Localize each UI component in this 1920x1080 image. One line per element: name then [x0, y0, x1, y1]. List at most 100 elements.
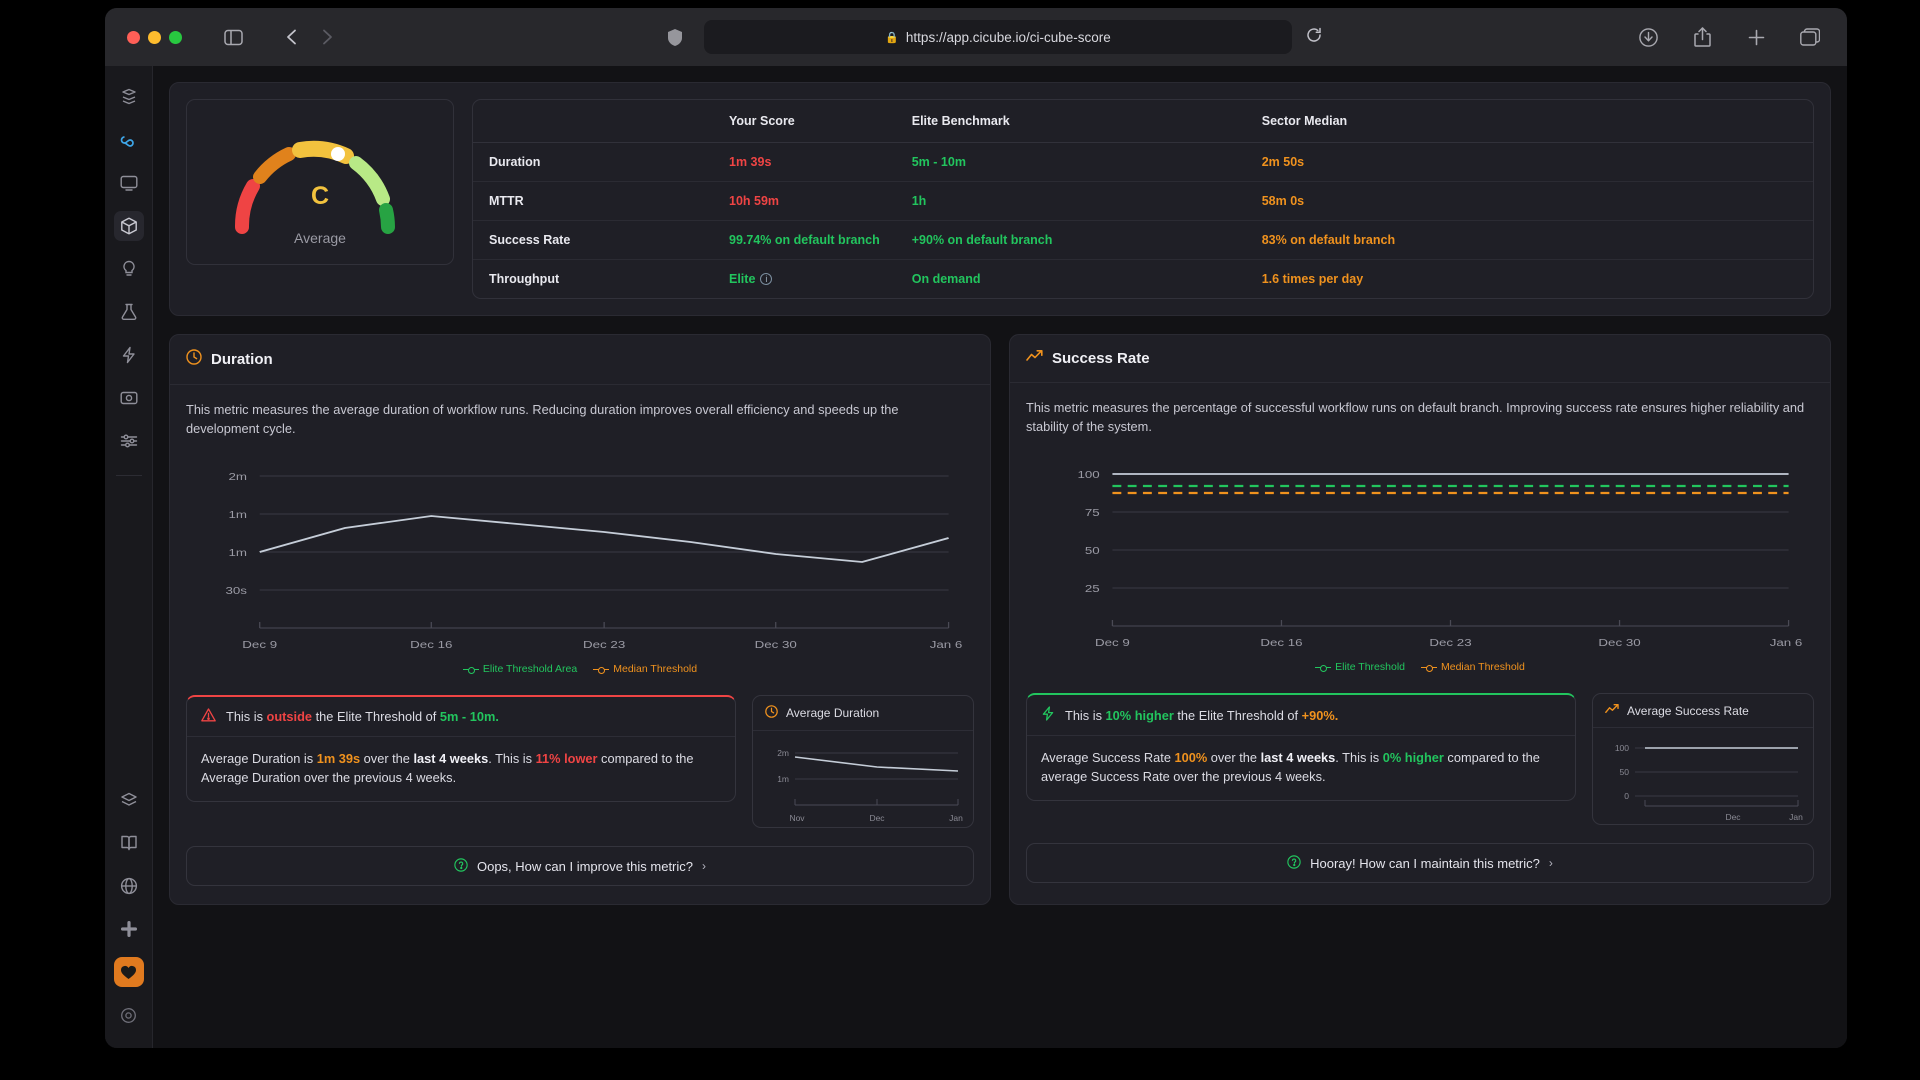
col-your-score: Your Score	[713, 100, 896, 143]
average-duration-header: Average Duration	[753, 696, 973, 731]
minimize-window-button[interactable]	[148, 31, 161, 44]
question-circle-icon	[1287, 855, 1301, 872]
url-input[interactable]: 🔒 https://app.cicube.io/ci-cube-score	[704, 20, 1292, 54]
sidebar-item-flask[interactable]	[114, 297, 144, 327]
app-sidebar	[105, 66, 153, 1048]
text-fragment: last 4 weeks	[1261, 750, 1336, 765]
duration-chart-legend: Elite Threshold Area Median Threshold	[186, 663, 974, 675]
sidebar-item-sliders[interactable]	[114, 426, 144, 456]
success-chart-legend: Elite Threshold Median Threshold	[1026, 661, 1814, 673]
table-row: Duration1m 39s5m - 10m2m 50s	[473, 143, 1813, 182]
text-fragment: over the	[360, 751, 413, 766]
info-icon[interactable]: i	[760, 273, 772, 285]
svg-text:Dec 30: Dec 30	[755, 638, 798, 650]
page-content: C Average Your Score Elite Benchmark Sec…	[105, 66, 1847, 1048]
score-grade: C	[187, 182, 453, 211]
share-icon[interactable]	[1687, 22, 1717, 52]
success-alert-body: Average Success Rate 100% over the last …	[1027, 736, 1575, 800]
svg-text:100: 100	[1077, 468, 1100, 480]
elite-benchmark-value: +90% on default branch	[896, 221, 1246, 260]
reload-icon[interactable]	[1306, 27, 1322, 48]
sector-median-value: 1.6 times per day	[1246, 260, 1813, 299]
close-window-button[interactable]	[127, 31, 140, 44]
plus-icon[interactable]	[1741, 22, 1771, 52]
legend-median-threshold[interactable]: Median Threshold	[1421, 661, 1525, 673]
legend-line-icon	[463, 669, 479, 670]
sidebar-item-bolt[interactable]	[114, 340, 144, 370]
average-duration-chart: 2m1m NovDecJan	[753, 731, 973, 827]
success-cta-button[interactable]: Hooray! How can I maintain this metric? …	[1026, 843, 1814, 883]
sidebar-item-card[interactable]	[114, 383, 144, 413]
elite-benchmark-value: 5m - 10m	[896, 143, 1246, 182]
svg-text:Jan 6: Jan 6	[930, 638, 963, 650]
duration-panel-body: This metric measures the average duratio…	[170, 385, 990, 904]
trending-up-icon	[1605, 703, 1619, 718]
legend-median-threshold[interactable]: Median Threshold	[593, 663, 697, 675]
svg-text:Dec: Dec	[869, 813, 885, 823]
average-duration-line	[795, 757, 958, 771]
window-controls[interactable]	[127, 31, 182, 44]
average-duration-title: Average Duration	[786, 706, 879, 720]
text-fragment: 0% higher	[1383, 750, 1444, 765]
tabs-overview-icon[interactable]	[1795, 22, 1825, 52]
score-table-body: Duration1m 39s5m - 10m2m 50sMTTR10h 59m1…	[473, 143, 1813, 299]
your-score-value: 10h 59m	[713, 182, 896, 221]
success-panel-body: This metric measures the percentage of s…	[1010, 383, 1830, 901]
duration-panel-header: Duration	[170, 335, 990, 385]
sector-median-value: 58m 0s	[1246, 182, 1813, 221]
legend-elite-label: Elite Threshold Area	[483, 663, 577, 675]
success-chart: 10075 5025 Dec 9Dec 16 Dec 23Dec 30 Jan …	[1026, 452, 1814, 657]
text-fragment: outside	[267, 709, 313, 724]
text-fragment: the Elite Threshold of	[1174, 708, 1302, 723]
text-fragment: . This is	[1335, 750, 1382, 765]
maximize-window-button[interactable]	[169, 31, 182, 44]
metric-label: Success Rate	[473, 221, 713, 260]
duration-cta-button[interactable]: Oops, How can I improve this metric? ›	[186, 846, 974, 886]
success-cta-label: Hooray! How can I maintain this metric?	[1310, 856, 1540, 871]
svg-text:25: 25	[1085, 582, 1100, 594]
question-circle-icon	[454, 858, 468, 875]
legend-elite-threshold-area[interactable]: Elite Threshold Area	[463, 663, 577, 675]
success-alert: This is 10% higher the Elite Threshold o…	[1026, 693, 1576, 801]
forward-arrow-icon[interactable]	[312, 22, 342, 52]
gauge-needle-dot	[331, 147, 345, 161]
sidebar-item-monitor[interactable]	[114, 168, 144, 198]
duration-panel: Duration This metric measures the averag…	[169, 334, 991, 905]
sidebar-item-bulb[interactable]	[114, 254, 144, 284]
sidebar-item-stack[interactable]	[114, 785, 144, 815]
shield-icon[interactable]	[660, 22, 690, 52]
svg-text:Dec 23: Dec 23	[583, 638, 626, 650]
lock-icon: 🔒	[885, 31, 899, 44]
duration-insight-row: This is outside the Elite Threshold of 5…	[186, 695, 974, 828]
sidebar-item-book[interactable]	[114, 828, 144, 858]
svg-text:Dec 9: Dec 9	[1095, 636, 1130, 648]
bolt-icon	[1041, 706, 1055, 724]
table-row: MTTR10h 59m1h58m 0s	[473, 182, 1813, 221]
success-alert-head-text: This is 10% higher the Elite Threshold o…	[1065, 708, 1338, 723]
sidebar-item-globe[interactable]	[114, 871, 144, 901]
svg-text:1m: 1m	[228, 508, 247, 520]
download-icon[interactable]	[1633, 22, 1663, 52]
svg-text:30s: 30s	[225, 584, 247, 596]
svg-text:Jan: Jan	[1789, 812, 1803, 822]
legend-elite-threshold[interactable]: Elite Threshold	[1315, 661, 1405, 673]
legend-median-label: Median Threshold	[613, 663, 697, 675]
text-fragment: 1m 39s	[317, 751, 360, 766]
sidebar-item-settings[interactable]	[114, 1000, 144, 1030]
legend-line-icon	[1421, 667, 1437, 668]
sidebar-item-heart[interactable]	[114, 957, 144, 987]
text-fragment: Average Duration is	[201, 751, 317, 766]
warning-triangle-icon	[201, 708, 216, 725]
metric-panels: Duration This metric measures the averag…	[169, 334, 1831, 905]
sidebar-toggle-icon[interactable]	[218, 22, 248, 52]
sidebar-item-layers[interactable]	[114, 82, 144, 112]
sidebar-item-infinity[interactable]	[114, 125, 144, 155]
sidebar-item-cube[interactable]	[114, 211, 144, 241]
back-arrow-icon[interactable]	[276, 22, 306, 52]
success-alert-header: This is 10% higher the Elite Threshold o…	[1027, 695, 1575, 736]
chevron-right-icon: ›	[702, 859, 706, 873]
sidebar-item-slack[interactable]	[114, 914, 144, 944]
text-fragment: 100%	[1175, 750, 1208, 765]
table-row: Success Rate99.74% on default branch+90%…	[473, 221, 1813, 260]
browser-window: 🔒 https://app.cicube.io/ci-cube-score	[105, 8, 1847, 1048]
